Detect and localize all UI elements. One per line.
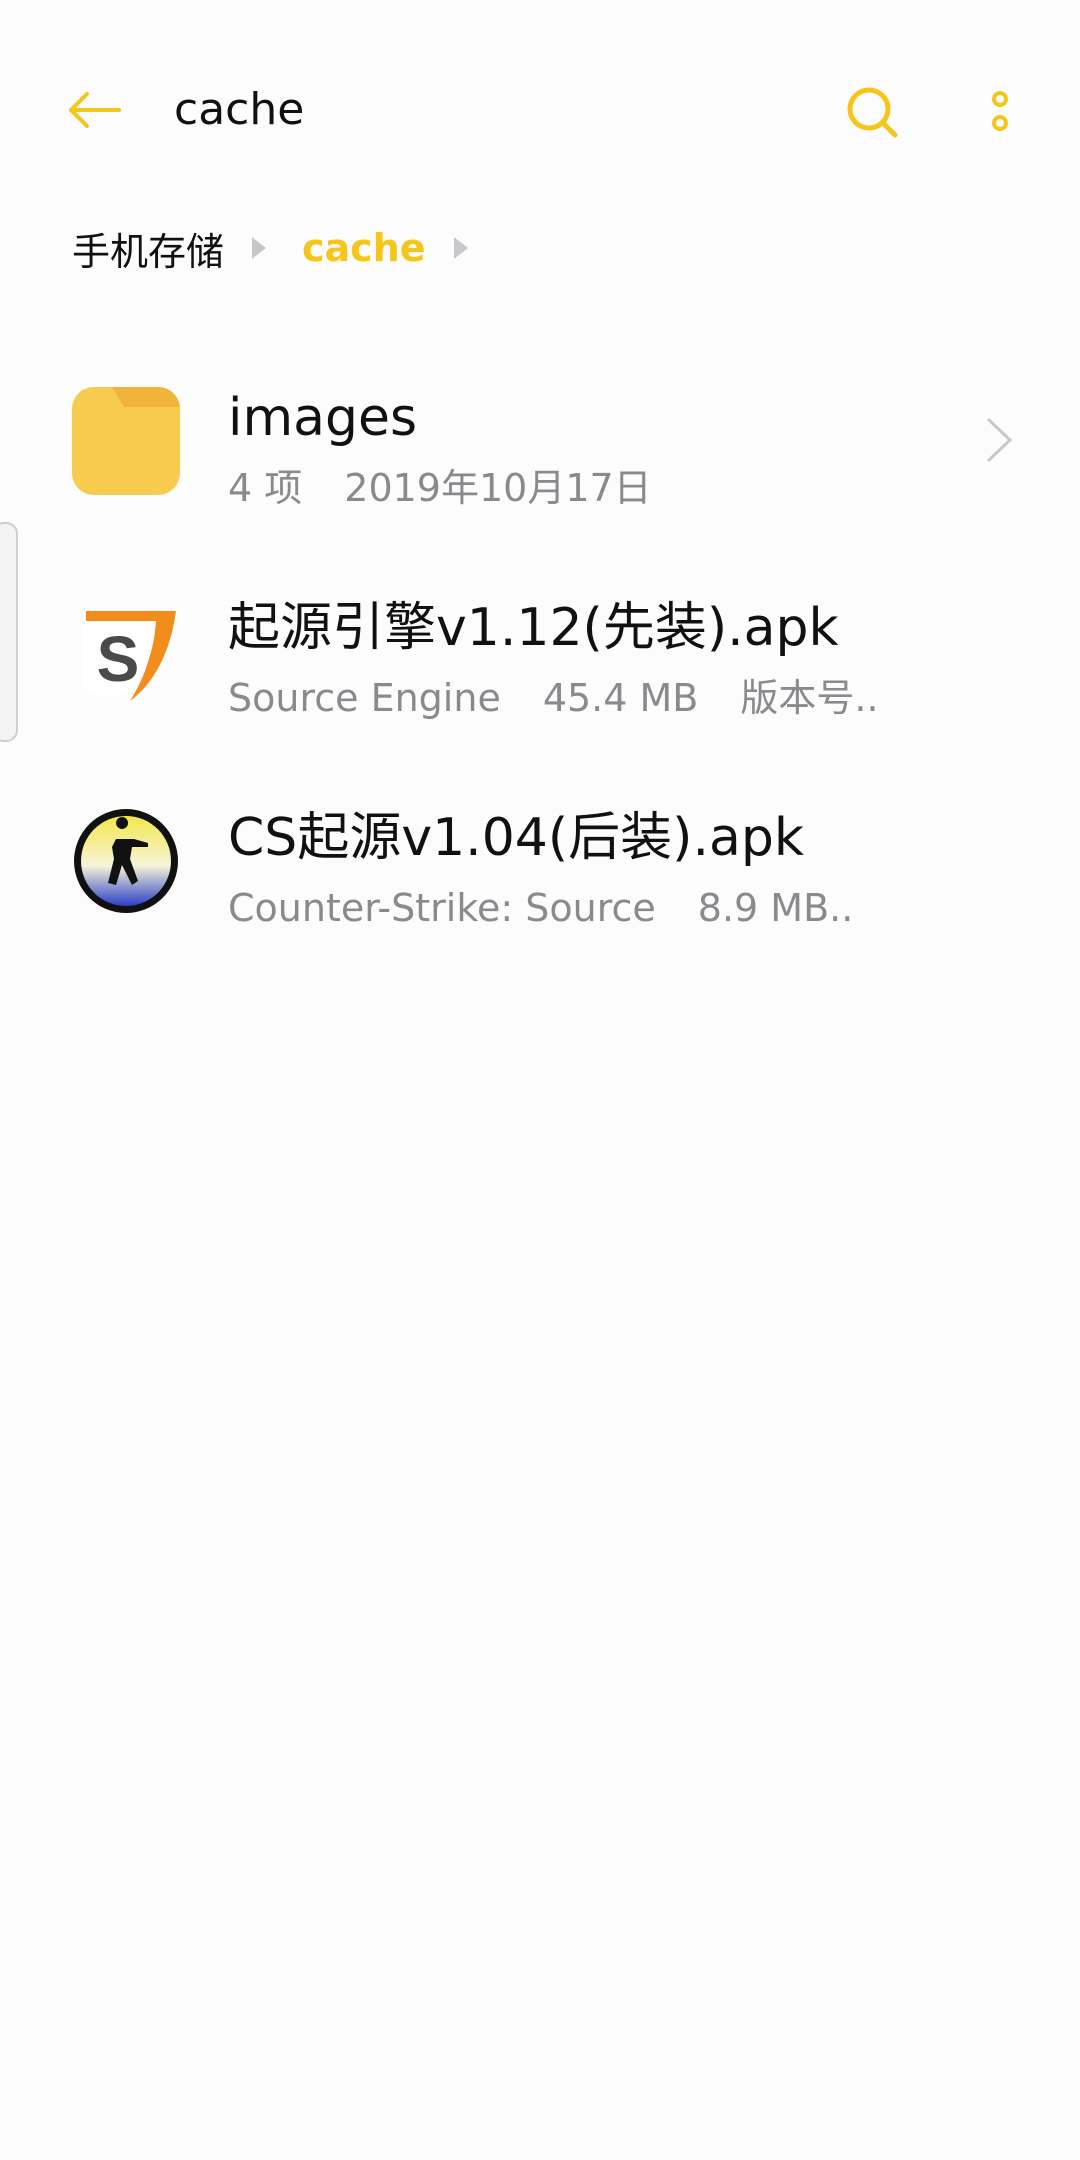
more-vertical-icon: [992, 91, 1008, 131]
file-meta: Source Engine 45.4 MB 版本号..: [228, 673, 879, 723]
edge-panel-handle[interactable]: [0, 522, 18, 742]
file-list: images 4 项 2019年10月17日 S 起源引擎v1.12(先装).ap…: [0, 365, 1080, 995]
list-item-apk[interactable]: CS起源v1.04(后装).apk Counter-Strike: Source…: [0, 785, 1080, 995]
version-label: 版本号..: [740, 676, 879, 720]
breadcrumb-separator-icon: [453, 237, 468, 259]
file-name: CS起源v1.04(后装).apk: [228, 808, 804, 868]
chevron-right-icon: [986, 417, 1013, 463]
source-engine-app-icon: S: [82, 611, 176, 701]
back-arrow-icon: [69, 92, 121, 128]
search-icon: [847, 87, 898, 138]
file-meta: Counter-Strike: Source 8.9 MB..: [228, 883, 853, 933]
app-name: Counter-Strike: Source: [228, 886, 656, 930]
file-name: images: [228, 388, 418, 448]
list-item-apk[interactable]: S 起源引擎v1.12(先装).apk Source Engine 45.4 MB…: [0, 575, 1080, 785]
breadcrumb-separator-icon: [252, 237, 267, 259]
file-name: 起源引擎v1.12(先装).apk: [228, 598, 839, 658]
file-size: 8.9 MB..: [697, 886, 854, 930]
breadcrumb-item-phone-storage[interactable]: 手机存储: [72, 221, 224, 276]
modified-date: 2019年10月17日: [344, 466, 652, 510]
search-button[interactable]: [838, 78, 908, 148]
page-title: cache: [174, 84, 305, 135]
breadcrumb-item-cache[interactable]: cache: [302, 226, 426, 270]
app-name: Source Engine: [228, 676, 501, 720]
counter-strike-app-icon: [74, 809, 178, 913]
app-bar: cache: [0, 0, 1080, 220]
folder-icon: [72, 387, 180, 495]
file-size: 45.4 MB: [542, 676, 699, 720]
list-item-folder[interactable]: images 4 项 2019年10月17日: [0, 365, 1080, 575]
item-count: 4 项: [228, 466, 303, 510]
breadcrumb: 手机存储 cache: [72, 218, 504, 278]
file-meta: 4 项 2019年10月17日: [228, 463, 652, 513]
back-button[interactable]: [58, 80, 128, 140]
svg-text:S: S: [97, 623, 140, 695]
more-options-button[interactable]: [970, 78, 1030, 148]
